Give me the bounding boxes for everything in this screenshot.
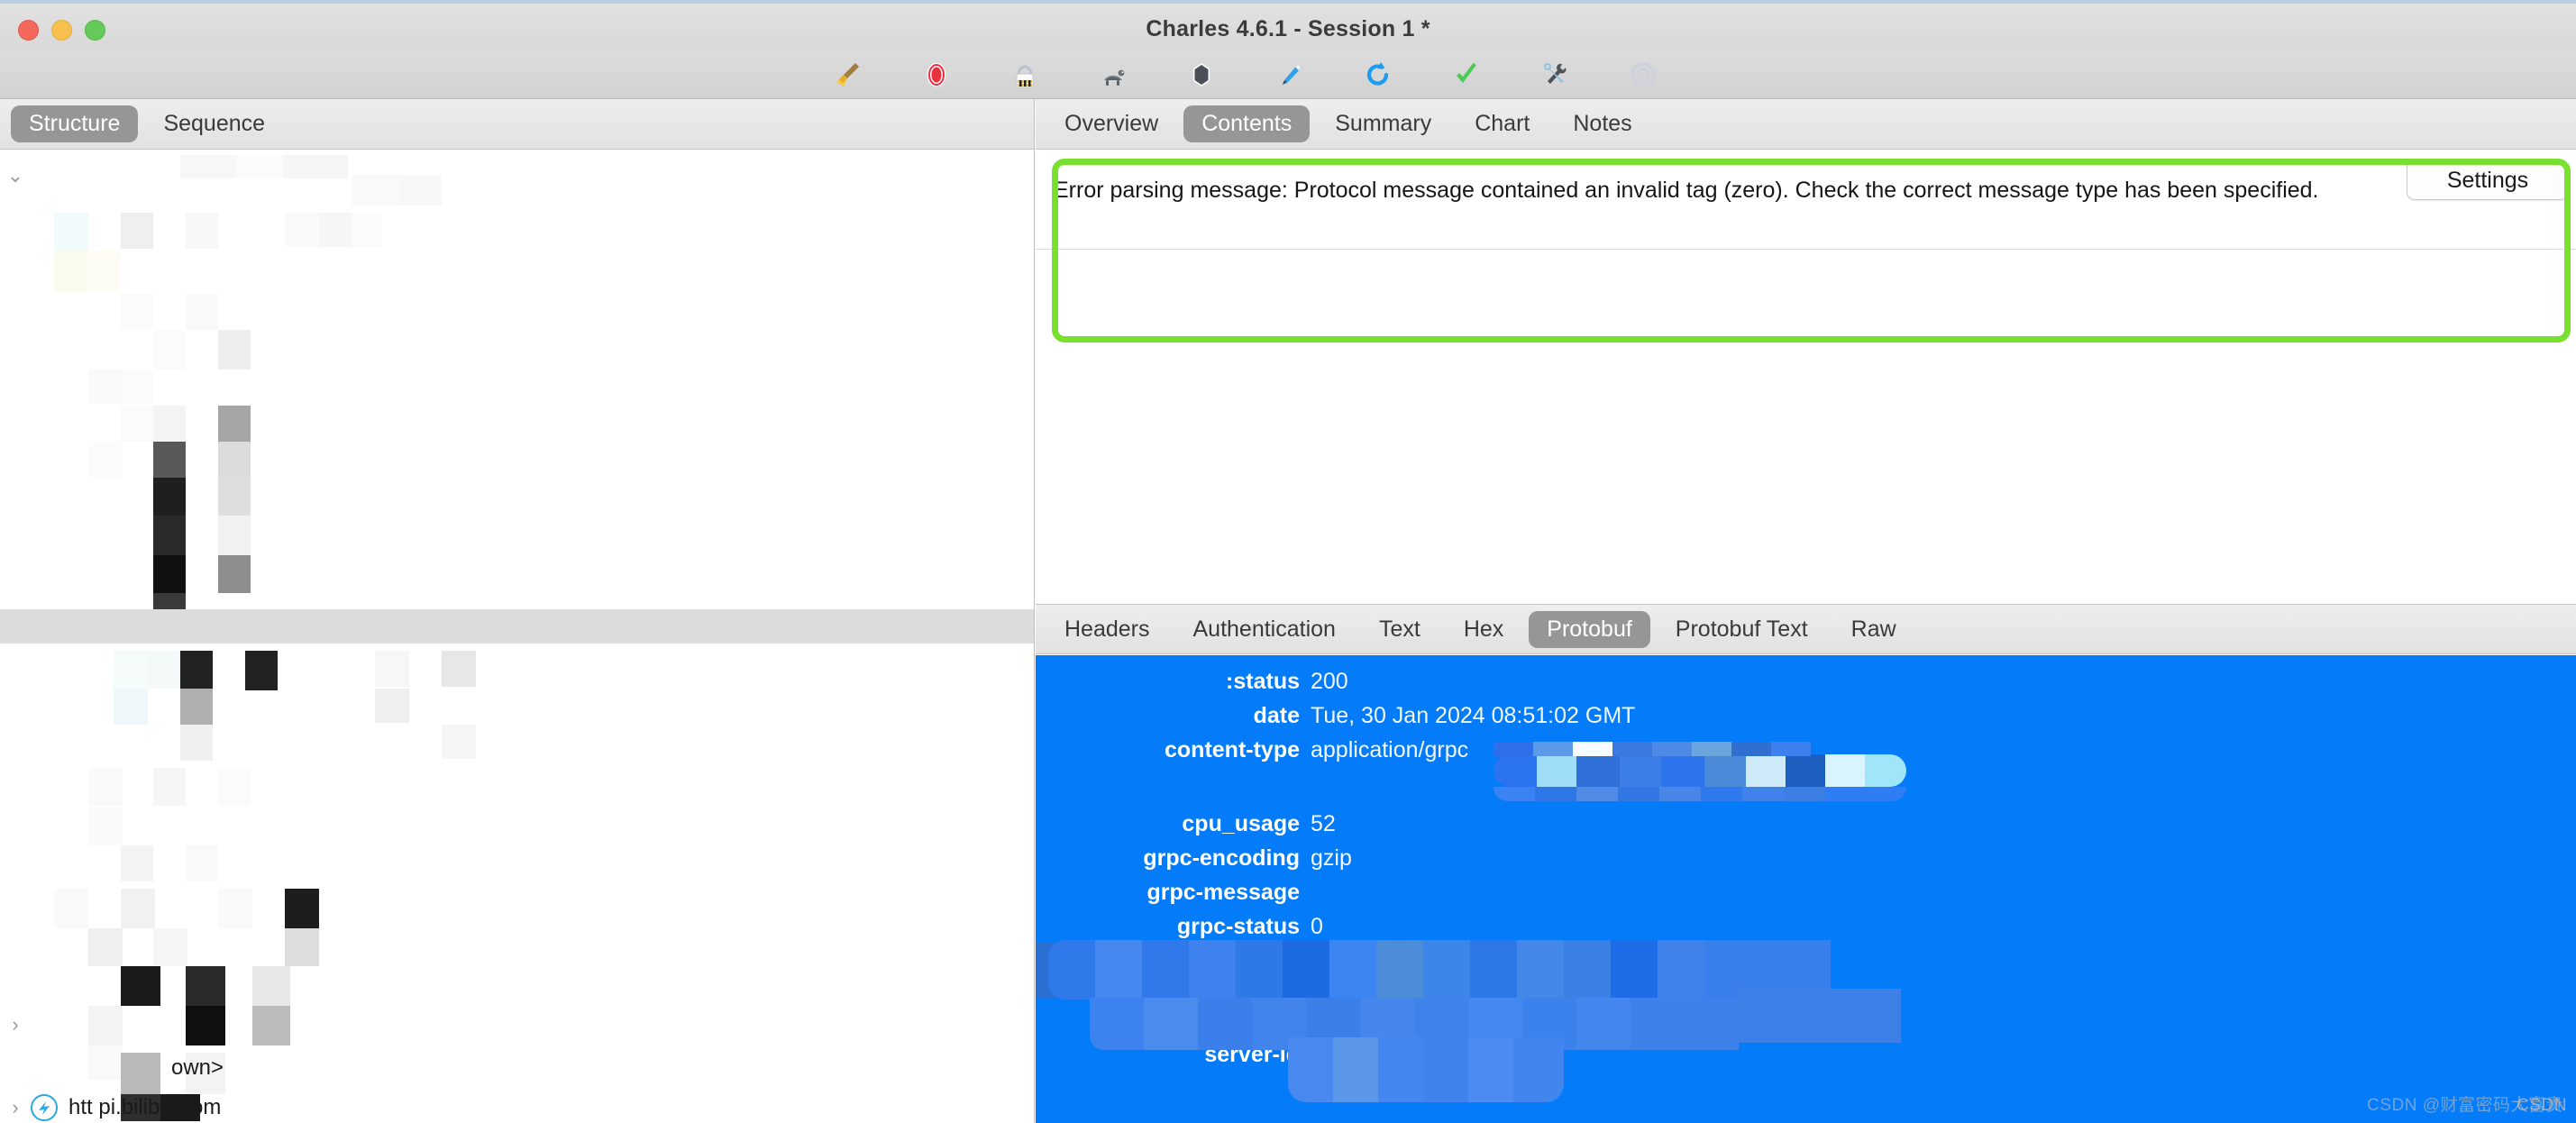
tab-structure[interactable]: Structure — [11, 105, 139, 142]
contents-viewer: Error parsing message: Protocol message … — [1036, 150, 2576, 604]
tab-chart[interactable]: Chart — [1457, 105, 1548, 142]
breakpoint-icon[interactable] — [1183, 56, 1220, 94]
main-toolbar — [0, 50, 2576, 99]
header-value: gzip — [1311, 845, 1352, 871]
settings-button[interactable]: Settings — [2407, 160, 2569, 200]
header-name: date — [1253, 702, 1300, 728]
chevron-down-icon[interactable]: ⌄ — [0, 159, 31, 193]
tab-hex[interactable]: Hex — [1446, 611, 1521, 648]
tab-overview[interactable]: Overview — [1046, 105, 1176, 142]
tab-text[interactable]: Text — [1361, 611, 1439, 648]
header-row[interactable]: grpc-status 0 — [1036, 909, 2576, 944]
tab-sequence[interactable]: Sequence — [145, 105, 283, 142]
tab-summary[interactable]: Summary — [1317, 105, 1449, 142]
validate-check-icon[interactable] — [1448, 56, 1485, 94]
header-name: grpc-encoding — [1143, 845, 1300, 871]
detail-tabstrip: Overview Contents Summary Chart Notes — [1036, 99, 2576, 150]
session-tree[interactable]: ⌄ › own> › htt pi.bilibili.com — [0, 150, 1034, 1123]
compose-pen-icon[interactable] — [1271, 56, 1309, 94]
left-tabstrip: Structure Sequence — [0, 99, 1034, 150]
window-title: Charles 4.6.1 - Session 1 * — [1146, 16, 1430, 41]
header-row[interactable]: date Tue, 30 Jan 2024 08:51:02 GMT — [1036, 698, 2576, 733]
tools-icon[interactable] — [1536, 56, 1574, 94]
tortoise-icon[interactable] — [1094, 56, 1132, 94]
header-value: 52 — [1311, 810, 1336, 836]
header-row[interactable]: grpc-encoding gzip — [1036, 841, 2576, 875]
chevron-right-icon[interactable]: › — [0, 1008, 31, 1042]
header-value: 200 — [1311, 668, 1348, 694]
headers-list[interactable]: :status 200 date Tue, 30 Jan 2024 08:51:… — [1036, 655, 2576, 1123]
header-value: Tue, 30 Jan 2024 08:51:02 GMT — [1311, 702, 1636, 728]
header-value: application/grpc — [1311, 736, 1469, 762]
session-tree-pane: Structure Sequence ⌄ › own> › htt pi.bil… — [0, 99, 1035, 1123]
tab-raw[interactable]: Raw — [1833, 611, 1914, 648]
tree-row[interactable]: ⌄ — [0, 159, 1034, 193]
record-icon[interactable] — [918, 56, 955, 94]
throttle-barrier-icon[interactable] — [1006, 56, 1044, 94]
header-row[interactable]: cpu_usage 52 — [1036, 807, 2576, 841]
tree-item-label: own> — [171, 1055, 224, 1080]
tab-headers[interactable]: Headers — [1046, 611, 1168, 648]
header-row[interactable]: :status 200 — [1036, 664, 2576, 698]
error-message-text: Error parsing message: Protocol message … — [1054, 178, 2319, 203]
tab-notes[interactable]: Notes — [1555, 105, 1649, 142]
settings-gear-icon[interactable] — [1624, 56, 1662, 94]
tree-row[interactable]: › — [0, 1008, 1034, 1042]
tree-row-host[interactable]: › htt pi.bilibili.com — [0, 1091, 1034, 1123]
header-name: content-type — [1165, 736, 1300, 762]
chevron-right-icon[interactable]: › — [0, 1091, 31, 1123]
header-name: grpc-status — [1176, 913, 1300, 939]
host-favicon-icon — [31, 1094, 58, 1121]
body-tabstrip: Headers Authentication Text Hex Protobuf… — [1036, 604, 2576, 654]
detail-pane: Overview Contents Summary Chart Notes Er… — [1036, 99, 2576, 1123]
clear-broom-icon[interactable] — [829, 56, 867, 94]
desktop-strip — [0, 0, 2576, 4]
tree-item-label-host: htt pi.bilibili.com — [69, 1095, 222, 1119]
contents-divider — [1036, 249, 2576, 250]
header-row[interactable]: grpc-message — [1036, 875, 2576, 909]
tab-contents[interactable]: Contents — [1183, 105, 1311, 142]
header-name: :status — [1226, 668, 1300, 694]
tab-protobuf[interactable]: Protobuf — [1529, 610, 1650, 648]
header-name: cpu_usage — [1182, 810, 1300, 836]
watermark-text: CSDN — [2517, 1096, 2567, 1115]
tab-protobuf-text[interactable]: Protobuf Text — [1658, 611, 1826, 648]
charles-window: Charles 4.6.1 - Session 1 * Structure Se… — [0, 0, 2576, 1123]
tree-row-selected[interactable] — [0, 609, 1034, 644]
tab-authentication[interactable]: Authentication — [1175, 611, 1354, 648]
header-name: grpc-message — [1146, 879, 1300, 905]
tree-row-unknown[interactable]: own> — [0, 1051, 1034, 1085]
repeat-icon[interactable] — [1359, 56, 1397, 94]
header-value: 0 — [1311, 913, 1323, 939]
